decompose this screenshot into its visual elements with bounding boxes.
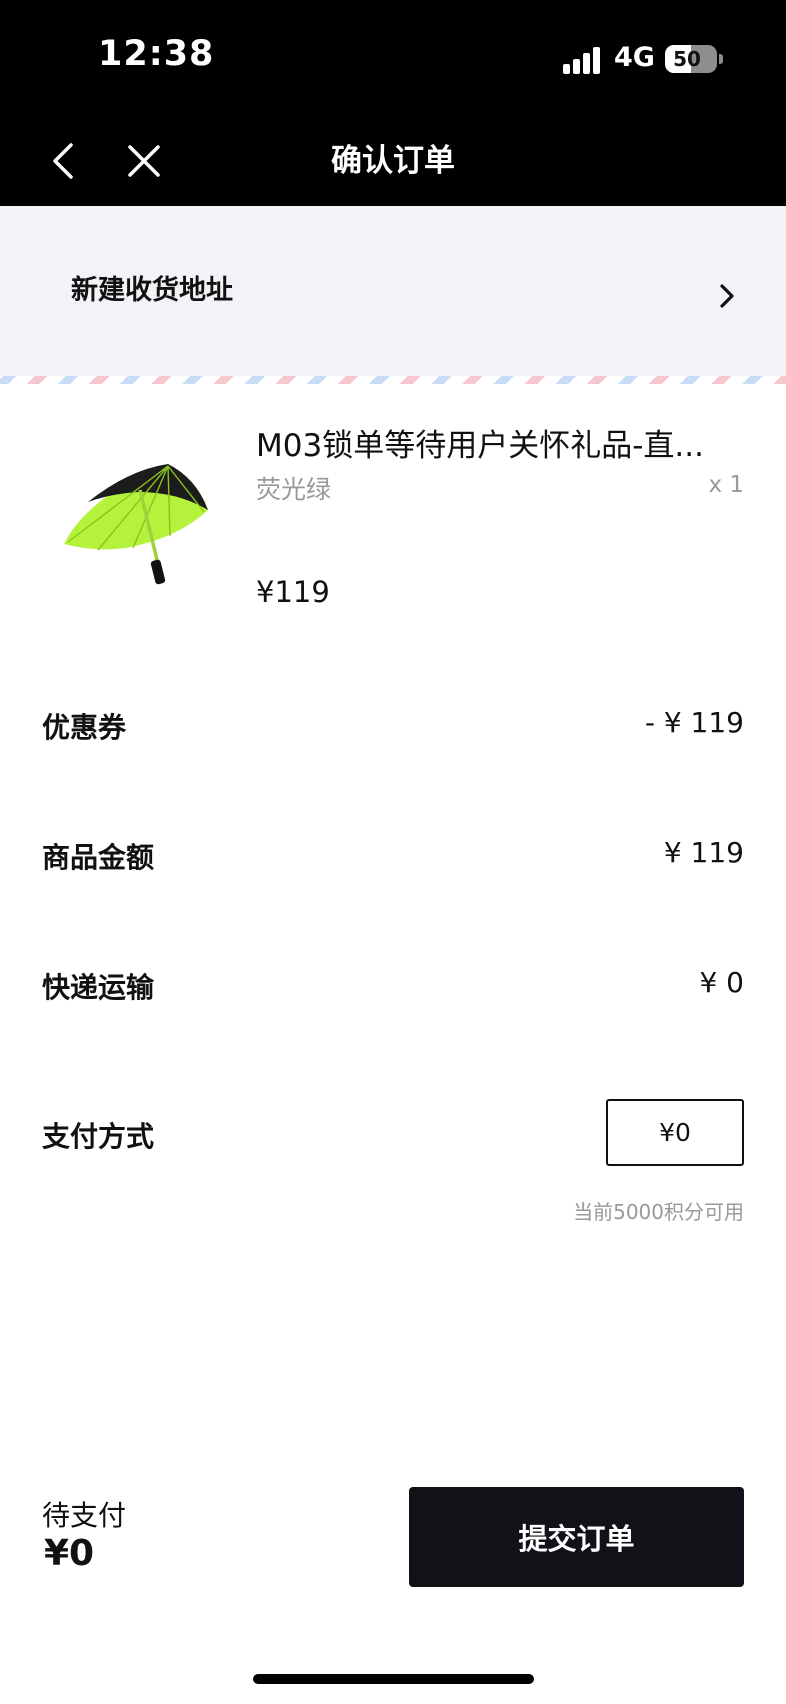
status-bar: 12:38 4G 50 xyxy=(0,0,786,116)
pending-payment-amount: ¥0 xyxy=(44,1533,95,1574)
network-label: 4G xyxy=(614,42,655,73)
signal-icon xyxy=(563,46,605,74)
pending-payment-label: 待支付 xyxy=(42,1499,127,1532)
product-title[interactable]: M03锁单等待用户关怀礼品-直... xyxy=(256,420,716,465)
payment-method-button[interactable]: ¥0 xyxy=(606,1099,744,1166)
envelope-stripe xyxy=(0,376,786,384)
battery-cap xyxy=(719,54,723,64)
nav-bar: 确认订单 xyxy=(0,116,786,206)
battery-icon: 50 xyxy=(665,45,717,73)
page-title: 确认订单 xyxy=(331,143,455,179)
new-address-row[interactable]: 新建收货地址 xyxy=(0,206,786,376)
goods-amount-label: 商品金额 xyxy=(42,841,155,874)
product-quantity: x 1 xyxy=(708,472,744,498)
chevron-left-icon xyxy=(53,143,73,179)
product-variant: 荧光绿 xyxy=(256,475,332,504)
goods-amount-value: ¥ 119 xyxy=(663,836,744,869)
coupon-value[interactable]: - ¥ 119 xyxy=(645,706,744,739)
close-button[interactable] xyxy=(121,138,167,184)
submit-order-button[interactable]: 提交订单 xyxy=(409,1487,744,1587)
shipping-value: ¥ 0 xyxy=(699,966,744,999)
product-price: ¥119 xyxy=(256,575,330,609)
product-image xyxy=(64,464,208,585)
chevron-right-icon xyxy=(720,284,734,308)
home-indicator[interactable] xyxy=(253,1674,534,1684)
close-icon xyxy=(128,145,160,177)
new-address-label: 新建收货地址 xyxy=(71,275,233,306)
coupon-label[interactable]: 优惠券 xyxy=(42,706,126,746)
points-available-note: 当前5000积分可用 xyxy=(573,1200,744,1224)
back-button[interactable] xyxy=(40,138,86,184)
status-time: 12:38 xyxy=(98,34,215,74)
battery-level: 50 xyxy=(673,47,701,71)
payment-method-label: 支付方式 xyxy=(42,1120,155,1153)
shipping-label: 快递运输 xyxy=(42,971,155,1004)
